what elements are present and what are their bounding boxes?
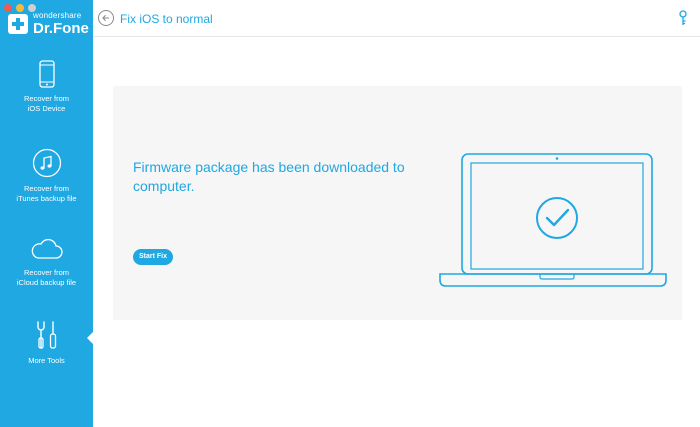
sidebar-item-sublabel: iCloud backup file	[16, 278, 77, 287]
brand-company: wondershare	[33, 11, 82, 20]
header-bar: Fix iOS to normal	[93, 0, 700, 37]
sidebar-item-recover-ios-device[interactable]: Recover from iOS Device	[0, 60, 93, 114]
sidebar: wondershare Dr.Fone Recover from iOS Dev…	[0, 0, 93, 427]
sidebar-item-sublabel: iTunes backup file	[16, 194, 77, 203]
page-title: Fix iOS to normal	[120, 12, 213, 26]
key-icon[interactable]	[678, 10, 688, 26]
sidebar-item-label: Recover from	[23, 268, 69, 277]
content-panel: Firmware package has been downloaded to …	[113, 86, 682, 320]
tools-icon	[36, 321, 56, 349]
brand-logo: wondershare Dr.Fone	[8, 12, 89, 36]
minimize-window-button[interactable]	[16, 4, 24, 12]
window-controls	[4, 4, 36, 12]
start-fix-button[interactable]: Start Fix	[133, 249, 173, 265]
plus-logo-icon	[8, 14, 28, 34]
iphone-icon	[38, 60, 55, 88]
sidebar-item-label: Recover from	[23, 184, 69, 193]
app-window: wondershare Dr.Fone Recover from iOS Dev…	[0, 0, 700, 427]
sidebar-item-sublabel: iOS Device	[27, 104, 66, 113]
music-note-icon	[32, 148, 61, 178]
laptop-check-icon	[439, 153, 667, 287]
back-arrow-icon	[102, 14, 109, 22]
active-indicator	[87, 332, 93, 344]
back-button[interactable]	[98, 10, 114, 26]
close-window-button[interactable]	[4, 4, 12, 12]
sidebar-item-label: More Tools	[28, 356, 65, 365]
sidebar-item-recover-itunes-backup[interactable]: Recover from iTunes backup file	[0, 148, 93, 204]
sidebar-item-label: Recover from	[23, 94, 69, 103]
brand-product-name: Dr.Fone	[33, 20, 89, 37]
cloud-icon	[31, 238, 63, 259]
status-message: Firmware package has been downloaded to …	[133, 159, 405, 194]
sidebar-item-recover-icloud-backup[interactable]: Recover from iCloud backup file	[0, 236, 93, 288]
sidebar-item-more-tools[interactable]: More Tools	[0, 320, 93, 366]
